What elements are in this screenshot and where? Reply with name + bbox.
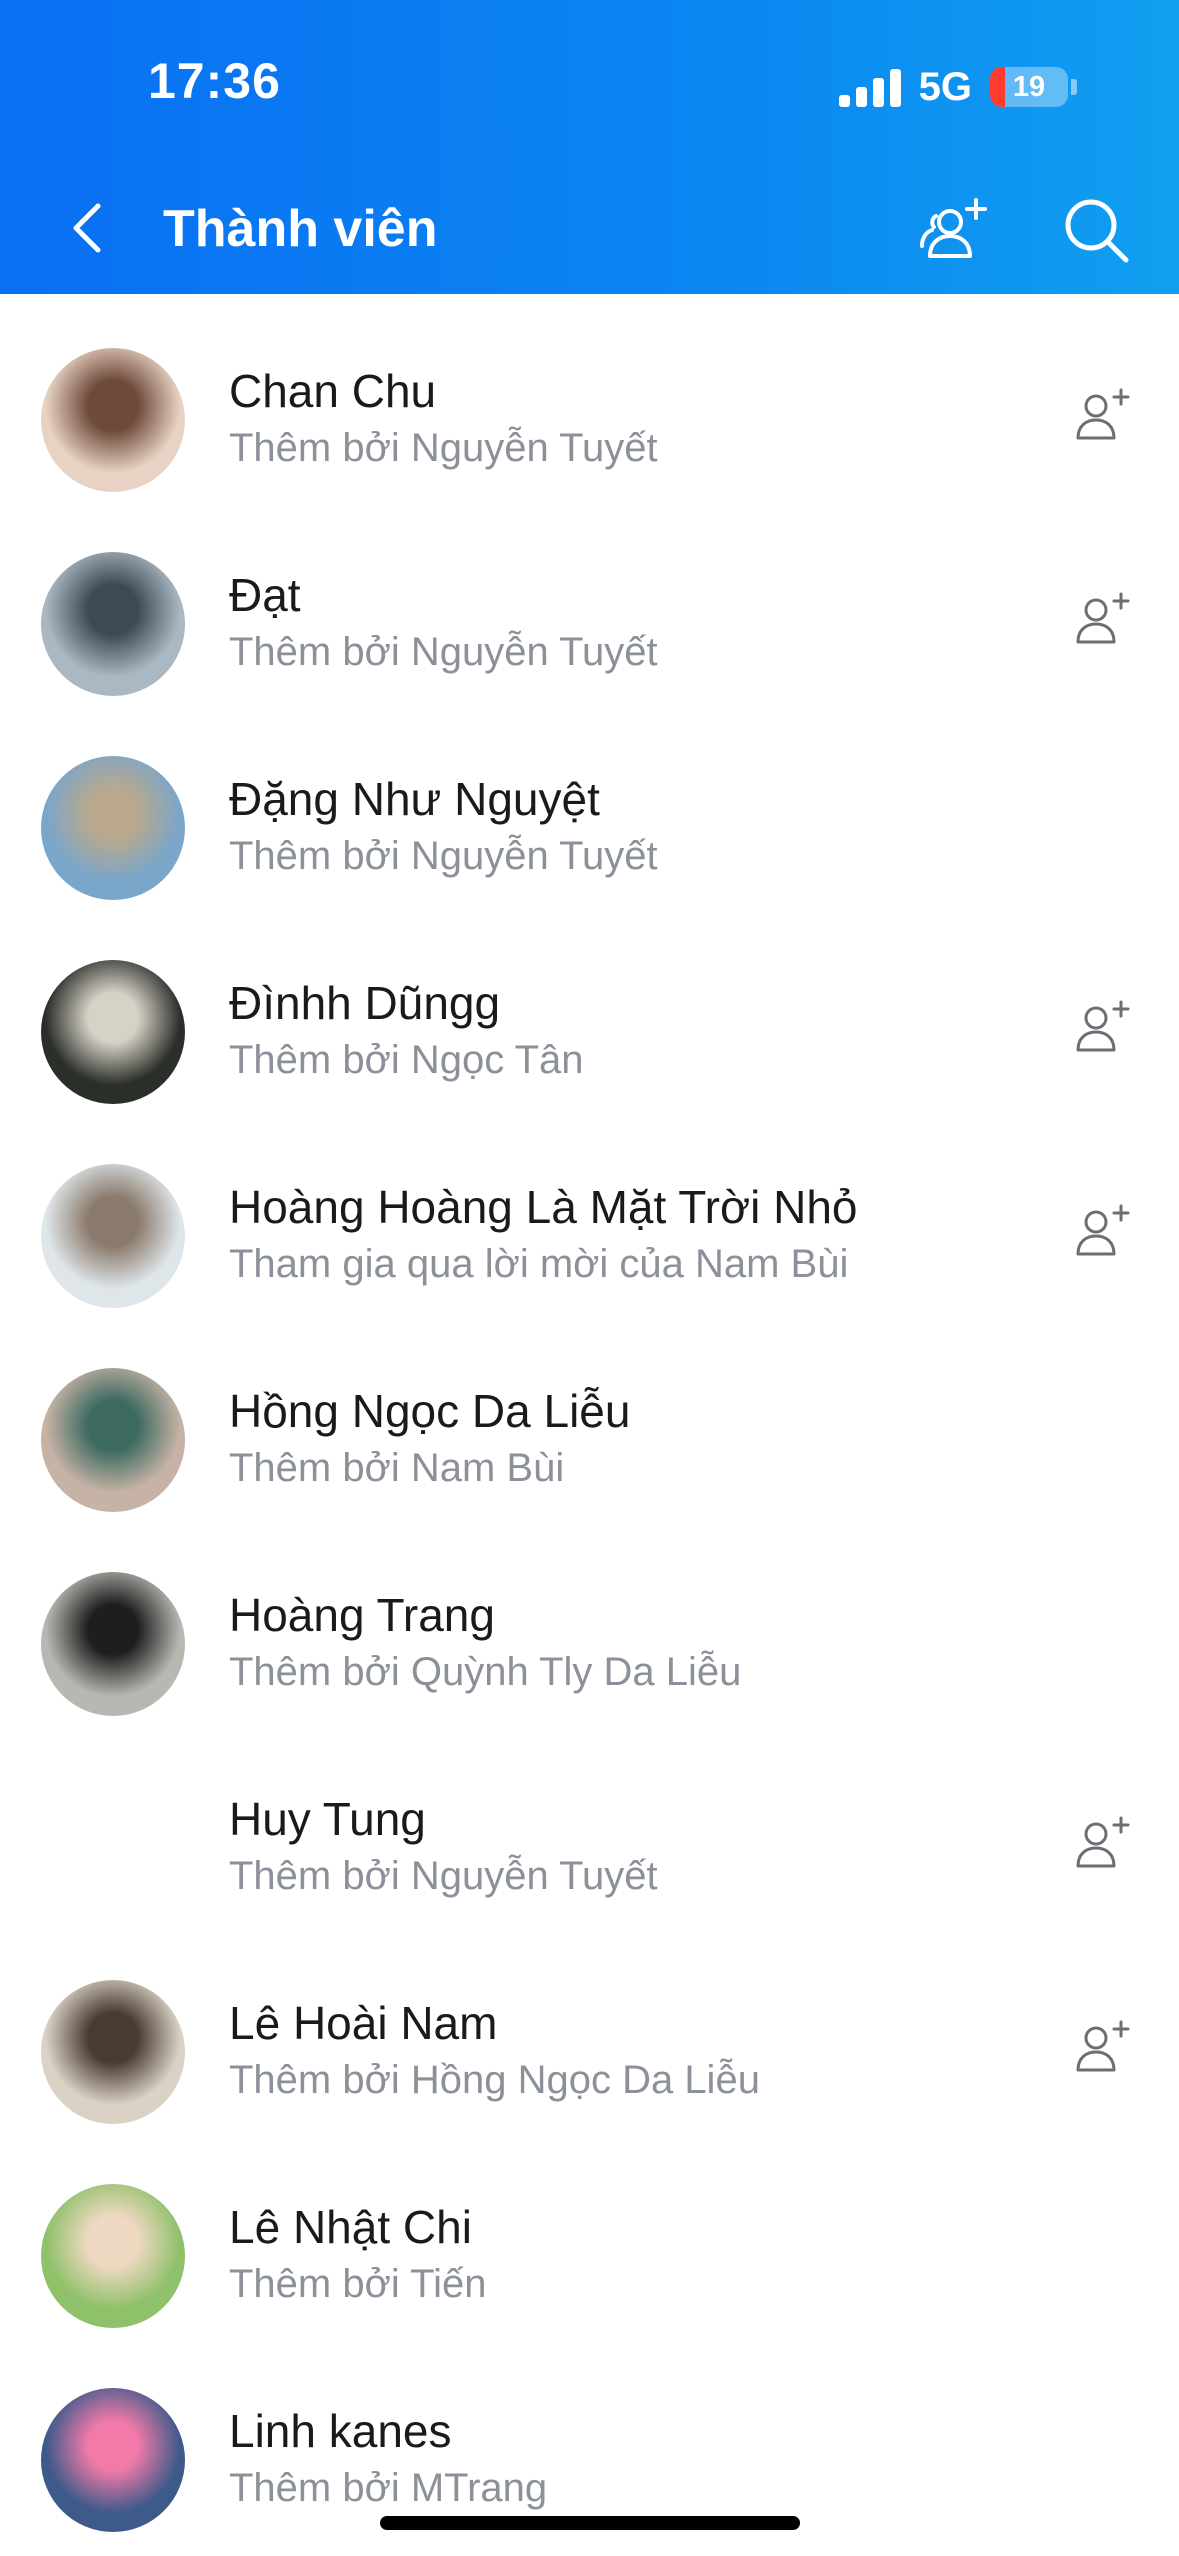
member-row[interactable]: Đạt Thêm bởi Nguyễn Tuyết — [0, 498, 1179, 702]
member-name: Hoàng Trang — [229, 1589, 495, 1641]
member-added-by: Thêm bởi Ngọc Tân — [229, 1038, 584, 1082]
member-row[interactable]: Lê Nhật Chi Thêm bởi Tiến — [0, 2130, 1179, 2334]
avatar[interactable] — [41, 1164, 185, 1308]
member-added-by: Thêm bởi Tiến — [229, 2262, 487, 2306]
avatar[interactable] — [41, 1776, 185, 1920]
member-row[interactable]: Hoàng Hoàng Là Mặt Trời Nhỏ Tham gia qua … — [0, 1110, 1179, 1314]
avatar[interactable] — [41, 348, 185, 492]
member-row[interactable]: Đìnhh Dũngg Thêm bởi Ngọc Tân — [0, 906, 1179, 1110]
add-friend-icon — [1076, 592, 1130, 644]
member-list: Chan Chu Thêm bởi Nguyễn Tuyết Đạt Thêm bởi… — [0, 294, 1179, 2538]
add-friend-button[interactable] — [1072, 2016, 1134, 2078]
member-added-by: Thêm bởi Quỳnh Tly Da Liễu — [229, 1650, 742, 1694]
home-indicator — [380, 2516, 800, 2530]
member-row[interactable]: Đặng Như Nguyệt Thêm bởi Nguyễn Tuyết — [0, 702, 1179, 906]
app-header: 17:36 5G 19 Thành viên — [0, 0, 1179, 294]
avatar[interactable] — [41, 1572, 185, 1716]
member-added-by: Thêm bởi Nam Bùi — [229, 1446, 565, 1490]
member-added-by: Thêm bởi Hồng Ngọc Da Liễu — [229, 2058, 760, 2102]
member-name: Lê Hoài Nam — [229, 1997, 498, 2049]
member-added-by: Thêm bởi MTrang — [229, 2466, 548, 2510]
search-icon — [1065, 199, 1129, 263]
back-button[interactable] — [58, 196, 118, 260]
battery-icon: 19 — [990, 67, 1068, 107]
member-name: Hồng Ngọc Da Liễu — [229, 1385, 631, 1437]
add-friend-icon — [1076, 2020, 1130, 2072]
status-indicators: 5G 19 — [838, 60, 1077, 114]
member-name: Đạt — [229, 569, 301, 621]
add-friend-button[interactable] — [1072, 588, 1134, 650]
cellular-signal-icon — [838, 67, 901, 107]
add-friend-button[interactable] — [1072, 1200, 1134, 1262]
search-button[interactable] — [1060, 194, 1132, 266]
member-row[interactable]: Hồng Ngọc Da Liễu Thêm bởi Nam Bùi — [0, 1314, 1179, 1518]
member-added-by: Thêm bởi Nguyễn Tuyết — [229, 1854, 658, 1898]
member-name: Chan Chu — [229, 365, 437, 417]
member-added-by: Thêm bởi Nguyễn Tuyết — [229, 426, 658, 470]
member-row[interactable]: Hoàng Trang Thêm bởi Quỳnh Tly Da Liễu — [0, 1518, 1179, 1722]
member-added-by: Tham gia qua lời mời của Nam Bùi — [229, 1242, 849, 1286]
member-name: Linh kanes — [229, 2405, 452, 2457]
add-friend-button[interactable] — [1072, 996, 1134, 1058]
avatar[interactable] — [41, 2388, 185, 2532]
member-name: Lê Nhật Chi — [229, 2201, 472, 2253]
avatar[interactable] — [41, 2184, 185, 2328]
member-row[interactable]: Linh kanes Thêm bởi MTrang — [0, 2334, 1179, 2538]
member-row[interactable]: Chan Chu Thêm bởi Nguyễn Tuyết — [0, 294, 1179, 498]
avatar[interactable] — [41, 756, 185, 900]
add-friend-button[interactable] — [1072, 1812, 1134, 1874]
member-row[interactable]: Huy Tung Thêm bởi Nguyễn Tuyết — [0, 1722, 1179, 1926]
member-name: Huy Tung — [229, 1793, 426, 1845]
battery-cap — [1071, 79, 1077, 95]
battery-level — [990, 67, 1005, 107]
battery-percent: 19 — [1012, 70, 1046, 103]
member-name: Đìnhh Dũngg — [229, 977, 501, 1029]
page-title: Thành viên — [163, 200, 438, 258]
chevron-left-icon — [73, 203, 101, 253]
add-friend-icon — [1076, 388, 1130, 440]
avatar[interactable] — [41, 960, 185, 1104]
member-added-by: Thêm bởi Nguyễn Tuyết — [229, 834, 658, 878]
member-row[interactable]: Lê Hoài Nam Thêm bởi Hồng Ngọc Da Liễu — [0, 1926, 1179, 2130]
member-added-by: Thêm bởi Nguyễn Tuyết — [229, 630, 658, 674]
avatar[interactable] — [41, 1980, 185, 2124]
add-friend-icon — [1076, 1204, 1130, 1256]
network-type: 5G — [918, 64, 972, 109]
add-member-button[interactable] — [918, 194, 990, 266]
avatar[interactable] — [41, 1368, 185, 1512]
member-name: Đặng Như Nguyệt — [229, 773, 600, 825]
member-name: Hoàng Hoàng Là Mặt Trời Nhỏ — [229, 1181, 858, 1233]
add-friend-button[interactable] — [1072, 384, 1134, 446]
status-time: 17:36 — [148, 53, 281, 109]
avatar[interactable] — [41, 552, 185, 696]
add-friend-icon — [1076, 1816, 1130, 1868]
add-friend-icon — [1076, 1000, 1130, 1052]
add-users-icon — [920, 198, 987, 258]
